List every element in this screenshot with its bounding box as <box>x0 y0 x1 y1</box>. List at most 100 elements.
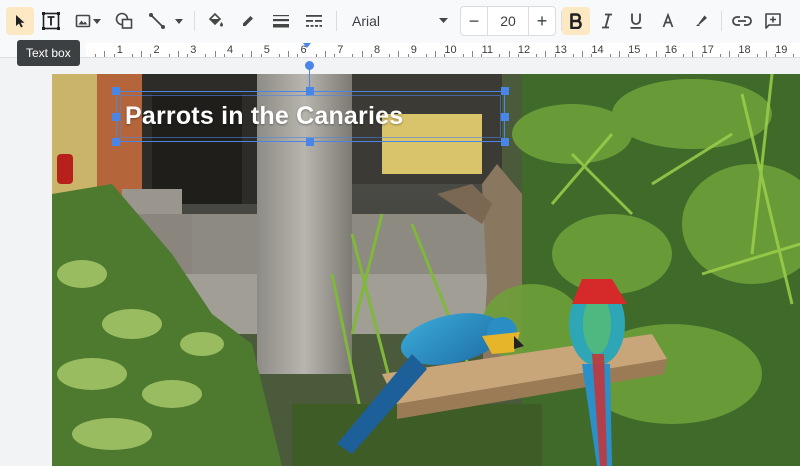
resize-handle-bottom[interactable] <box>306 138 314 146</box>
ruler-tick <box>655 51 657 57</box>
chevron-down-icon <box>175 18 183 24</box>
ruler-tick <box>545 51 547 57</box>
resize-handle-top-right[interactable] <box>501 87 509 95</box>
ruler-tick <box>370 54 372 57</box>
border-color-button[interactable] <box>235 7 261 35</box>
ruler-label: 19 <box>775 44 788 56</box>
paint-bucket-icon <box>208 12 223 27</box>
resize-handle-right[interactable] <box>501 113 509 121</box>
link-icon <box>732 16 752 26</box>
italic-icon <box>602 13 612 29</box>
toolbar-divider <box>194 11 195 31</box>
border-dash-icon <box>306 15 322 27</box>
ruler-tick <box>361 51 363 57</box>
ruler-tick <box>177 51 179 57</box>
font-size-stepper: − 20 + <box>460 6 556 36</box>
ruler-tick <box>435 51 437 57</box>
ruler-tick <box>462 54 464 57</box>
tooltip: Text box <box>17 40 80 66</box>
ruler-label: 13 <box>554 44 567 56</box>
ruler-tick <box>324 51 326 57</box>
ruler-tick <box>582 51 584 57</box>
ruler-label: 14 <box>591 44 604 56</box>
select-tool-button[interactable] <box>6 7 34 35</box>
ruler-label: 2 <box>153 44 160 56</box>
ruler-tick <box>223 54 225 57</box>
text-box-tool-button[interactable] <box>37 7 65 35</box>
ruler-tick <box>692 51 694 57</box>
add-comment-button[interactable] <box>760 7 786 35</box>
ruler-label: 15 <box>628 44 641 56</box>
resize-handle-bottom-right[interactable] <box>501 138 509 146</box>
ruler-tick <box>141 51 143 57</box>
ruler-label: 4 <box>226 44 234 56</box>
ruler-tick <box>288 51 290 57</box>
shape-icon <box>115 12 133 29</box>
pencil-icon <box>243 16 253 26</box>
ruler-tick <box>260 54 262 57</box>
ruler-tick <box>756 54 758 57</box>
decrease-font-size-button[interactable]: − <box>461 7 488 35</box>
ruler-tick <box>131 54 133 57</box>
ruler-label: 12 <box>517 44 531 56</box>
ruler-tick <box>242 54 244 57</box>
ruler-tick <box>297 54 299 57</box>
text-color-button[interactable] <box>655 7 681 35</box>
ruler-tick <box>683 54 685 57</box>
ruler-tick <box>508 51 510 57</box>
font-family-select[interactable]: Arial <box>344 7 454 35</box>
horizontal-ruler[interactable]: 1 2 3 4 5 6 7 8 9 10 11 12 13 14 15 16 17 18 19 <box>0 43 800 58</box>
border-weight-icon <box>273 15 289 28</box>
shape-tool-button[interactable] <box>112 7 138 35</box>
ruler-tick <box>334 54 336 57</box>
italic-button[interactable] <box>594 7 620 35</box>
resize-handle-top-left[interactable] <box>112 87 120 95</box>
text-box-icon <box>42 12 60 30</box>
bold-button[interactable] <box>562 7 590 35</box>
ruler-tick <box>104 51 106 57</box>
ruler-label: 10 <box>444 44 457 56</box>
ruler-tick <box>499 54 501 57</box>
ruler-tick <box>278 54 280 57</box>
ruler-tick <box>315 54 317 57</box>
increase-font-size-button[interactable]: + <box>528 7 555 35</box>
image-icon <box>75 14 91 28</box>
ruler-tick <box>168 54 170 57</box>
ruler-tick <box>95 54 97 57</box>
toolbar-divider <box>721 11 722 31</box>
ruler-tick <box>205 54 207 57</box>
ruler-tick <box>536 54 538 57</box>
ruler-tick <box>113 54 115 57</box>
add-comment-icon <box>765 13 781 29</box>
ruler-label: 16 <box>664 44 678 56</box>
resize-handle-top[interactable] <box>306 87 314 95</box>
ruler-tick <box>609 54 611 57</box>
fill-color-button[interactable] <box>202 7 228 35</box>
insert-link-button[interactable] <box>728 7 756 35</box>
font-size-input[interactable]: 20 <box>487 7 529 35</box>
resize-handle-left[interactable] <box>112 113 120 121</box>
rotate-handle[interactable] <box>305 61 314 70</box>
border-weight-button[interactable] <box>268 7 294 35</box>
image-tool-button[interactable] <box>69 7 107 35</box>
line-icon <box>149 13 165 29</box>
ruler-tick <box>719 54 721 57</box>
ruler-tick <box>407 54 409 57</box>
border-dash-button[interactable] <box>301 7 327 35</box>
text-box[interactable]: Parrots in the Canaries <box>116 91 505 142</box>
ruler-tick <box>471 51 473 57</box>
underline-button[interactable] <box>623 7 649 35</box>
ruler-tick <box>425 54 427 57</box>
ruler-label: 8 <box>373 44 381 56</box>
canvas-margin <box>0 58 52 466</box>
ruler-label: 11 <box>481 44 494 56</box>
ruler-label: 3 <box>190 44 197 56</box>
highlight-color-button[interactable] <box>688 7 714 35</box>
slide-title-text[interactable]: Parrots in the Canaries <box>125 102 403 131</box>
ruler-indent-marker[interactable] <box>303 43 311 48</box>
resize-handle-bottom-left[interactable] <box>112 138 120 146</box>
ruler-tick <box>251 51 253 57</box>
ruler-tick <box>572 54 574 57</box>
line-tool-button[interactable] <box>143 7 187 35</box>
underline-icon <box>630 13 642 29</box>
